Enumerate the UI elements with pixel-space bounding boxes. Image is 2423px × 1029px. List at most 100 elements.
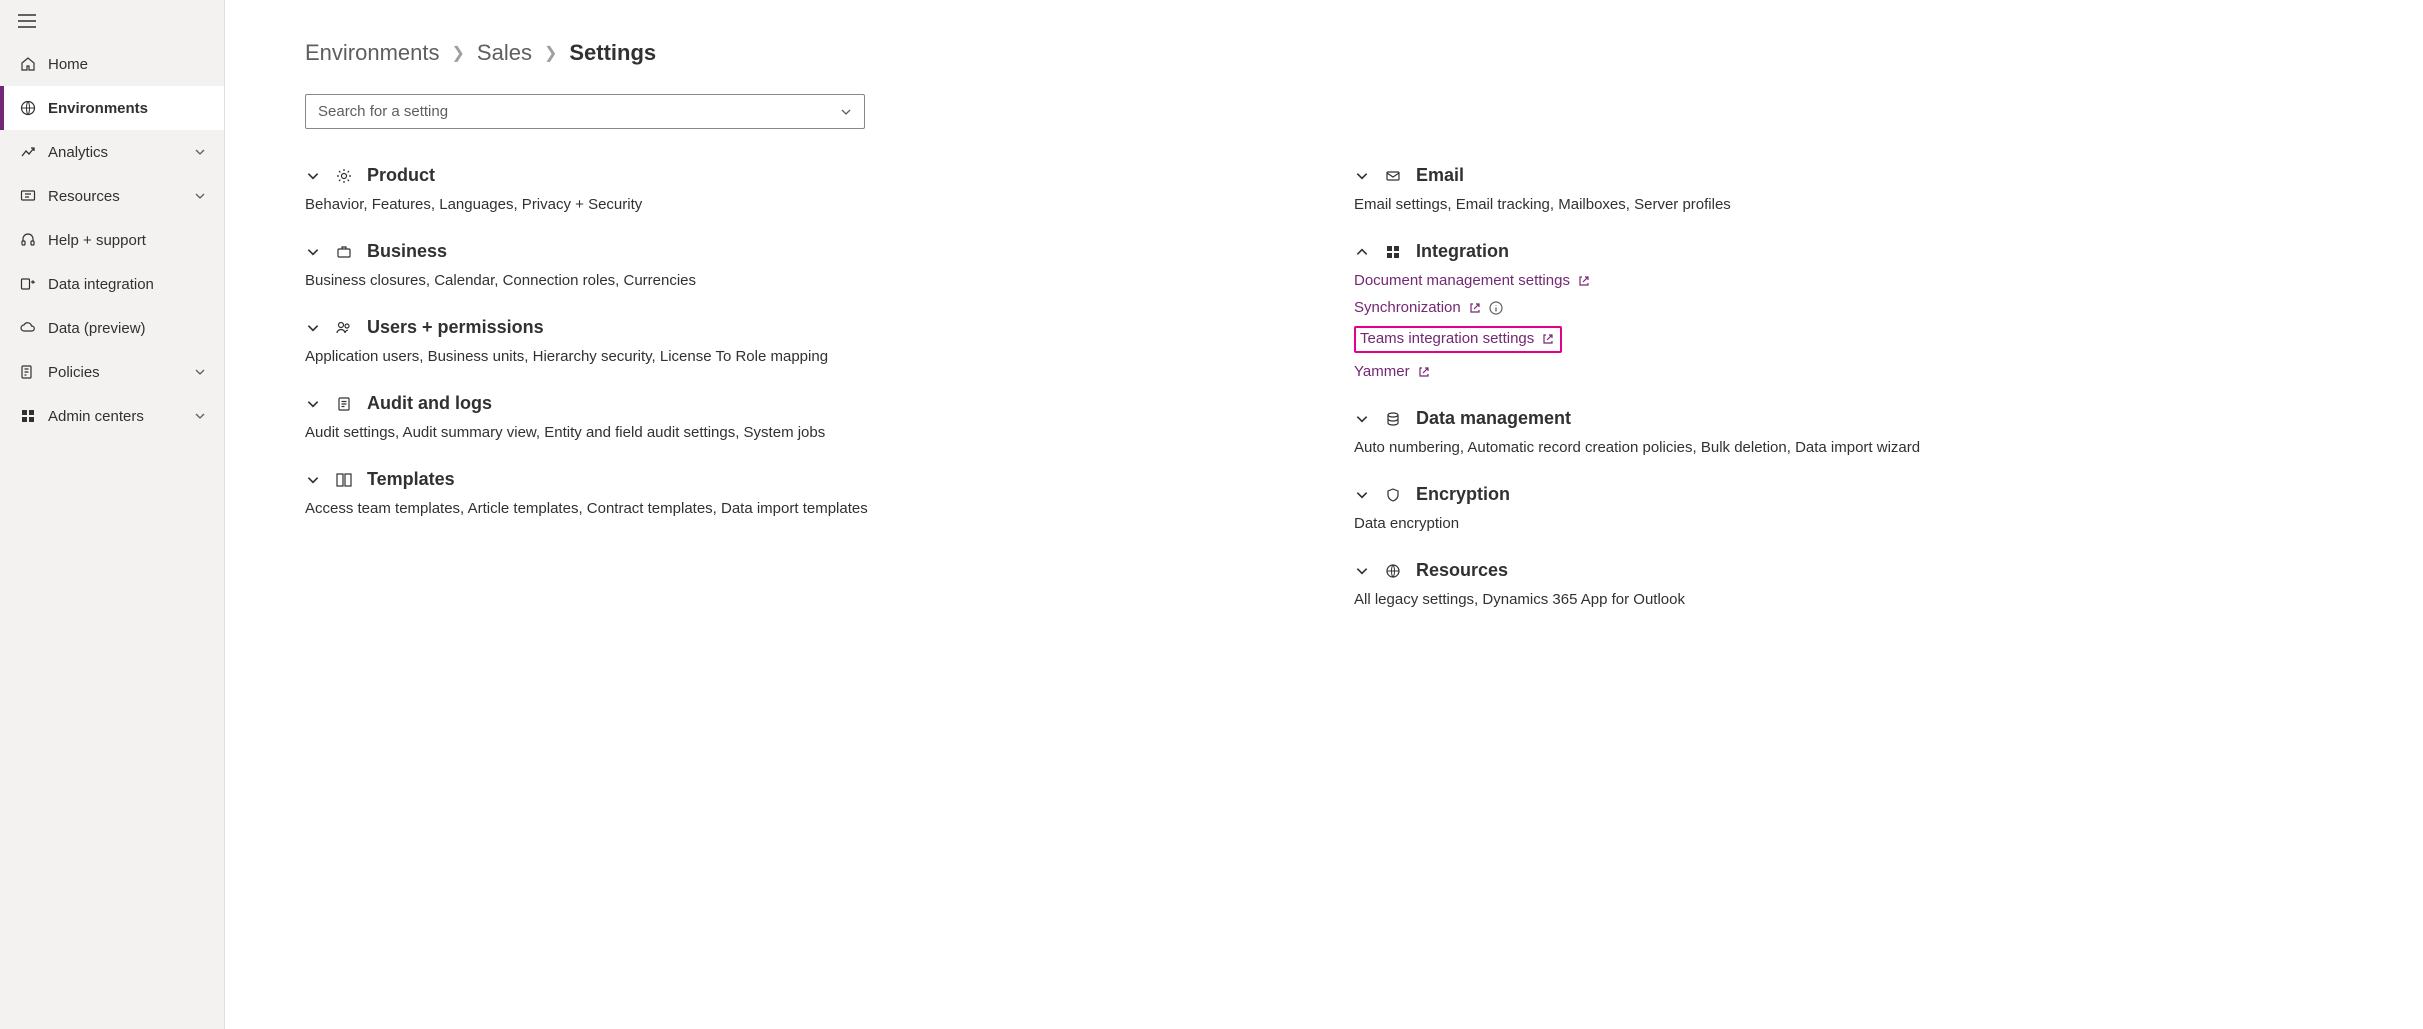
group-summary: All legacy settings, Dynamics 365 App fo… [1354, 591, 2343, 608]
group-data-management: Data management Auto numbering, Automati… [1354, 408, 2343, 456]
sidebar-item-resources[interactable]: Resources [0, 174, 224, 218]
sidebar-item-home[interactable]: Home [0, 42, 224, 86]
chevron-up-icon[interactable] [1354, 245, 1370, 259]
group-summary: Access team templates, Article templates… [305, 500, 1294, 517]
data-integration-icon [18, 274, 38, 294]
sidebar-item-policies[interactable]: Policies [0, 350, 224, 394]
sidebar-item-analytics[interactable]: Analytics [0, 130, 224, 174]
group-summary: Email settings, Email tracking, Mailboxe… [1354, 196, 2343, 213]
link-label: Synchronization [1354, 299, 1461, 316]
group-product: Product Behavior, Features, Languages, P… [305, 165, 1294, 213]
breadcrumb: Environments ❯ Sales ❯ Settings [305, 40, 2343, 66]
group-encryption: Encryption Data encryption [1354, 484, 2343, 532]
chevron-down-icon [194, 146, 206, 158]
external-link-icon [1469, 302, 1481, 314]
analytics-icon [18, 142, 38, 162]
chevron-down-icon[interactable] [305, 397, 321, 411]
search-box[interactable] [305, 94, 865, 129]
link-label: Document management settings [1354, 272, 1570, 289]
group-title[interactable]: Product [367, 165, 435, 186]
chevron-down-icon [194, 410, 206, 422]
group-title[interactable]: Integration [1416, 241, 1509, 262]
chevron-right-icon: ❯ [544, 43, 557, 63]
hamburger-menu[interactable] [0, 0, 224, 42]
sidebar-item-label: Home [48, 56, 88, 73]
sidebar-item-help-support[interactable]: Help + support [0, 218, 224, 262]
sidebar-item-data-integration[interactable]: Data integration [0, 262, 224, 306]
resources-icon [18, 186, 38, 206]
people-icon [335, 319, 353, 337]
group-title[interactable]: Business [367, 241, 447, 262]
chevron-down-icon[interactable] [1354, 488, 1370, 502]
group-business: Business Business closures, Calendar, Co… [305, 241, 1294, 289]
breadcrumb-current: Settings [569, 40, 656, 66]
chevron-down-icon[interactable] [305, 169, 321, 183]
external-link-icon [1418, 366, 1430, 378]
chevron-down-icon [194, 366, 206, 378]
group-summary: Behavior, Features, Languages, Privacy +… [305, 196, 1294, 213]
cloud-icon [18, 318, 38, 338]
chevron-right-icon: ❯ [452, 43, 465, 63]
shield-icon [1384, 486, 1402, 504]
group-templates: Templates Access team templates, Article… [305, 469, 1294, 517]
headset-icon [18, 230, 38, 250]
hamburger-icon [18, 14, 36, 28]
info-icon[interactable] [1489, 301, 1503, 315]
group-users-permissions: Users + permissions Application users, B… [305, 317, 1294, 365]
sidebar: Home Environments Analytics Resources He… [0, 0, 225, 1029]
chevron-down-icon [840, 106, 852, 118]
sidebar-item-label: Data integration [48, 276, 154, 293]
group-title[interactable]: Users + permissions [367, 317, 544, 338]
group-title[interactable]: Email [1416, 165, 1464, 186]
link-teams-integration-settings[interactable]: Teams integration settings [1360, 330, 1554, 347]
link-document-management-settings[interactable]: Document management settings [1354, 272, 2343, 289]
templates-icon [335, 471, 353, 489]
group-summary: Application users, Business units, Hiera… [305, 348, 1294, 365]
sidebar-item-label: Environments [48, 100, 148, 117]
search-input[interactable] [318, 103, 840, 120]
breadcrumb-mid[interactable]: Sales [477, 40, 532, 66]
group-summary: Business closures, Calendar, Connection … [305, 272, 1294, 289]
group-title[interactable]: Templates [367, 469, 455, 490]
windows-icon [1384, 243, 1402, 261]
chevron-down-icon[interactable] [1354, 412, 1370, 426]
link-label: Yammer [1354, 363, 1410, 380]
clipboard-icon [335, 395, 353, 413]
chevron-down-icon[interactable] [305, 245, 321, 259]
chevron-down-icon [194, 190, 206, 202]
briefcase-icon [335, 243, 353, 261]
link-yammer[interactable]: Yammer [1354, 363, 2343, 380]
chevron-down-icon[interactable] [1354, 564, 1370, 578]
chevron-down-icon[interactable] [1354, 169, 1370, 183]
sidebar-item-data-preview[interactable]: Data (preview) [0, 306, 224, 350]
gear-icon [335, 167, 353, 185]
chevron-down-icon[interactable] [305, 473, 321, 487]
external-link-icon [1542, 333, 1554, 345]
group-title[interactable]: Audit and logs [367, 393, 492, 414]
sidebar-item-label: Admin centers [48, 408, 144, 425]
group-title[interactable]: Data management [1416, 408, 1571, 429]
sidebar-item-label: Data (preview) [48, 320, 146, 337]
highlight-teams-integration: Teams integration settings [1354, 326, 1562, 353]
link-synchronization[interactable]: Synchronization [1354, 299, 2343, 316]
link-label: Teams integration settings [1360, 330, 1534, 347]
group-summary: Data encryption [1354, 515, 2343, 532]
sidebar-item-admin-centers[interactable]: Admin centers [0, 394, 224, 438]
chevron-down-icon[interactable] [305, 321, 321, 335]
external-link-icon [1578, 275, 1590, 287]
group-summary: Auto numbering, Automatic record creatio… [1354, 439, 2343, 456]
policies-icon [18, 362, 38, 382]
database-icon [1384, 410, 1402, 428]
group-audit-logs: Audit and logs Audit settings, Audit sum… [305, 393, 1294, 441]
group-title[interactable]: Encryption [1416, 484, 1510, 505]
mail-icon [1384, 167, 1402, 185]
sidebar-item-environments[interactable]: Environments [0, 86, 224, 130]
breadcrumb-root[interactable]: Environments [305, 40, 440, 66]
settings-column-right: Email Email settings, Email tracking, Ma… [1354, 165, 2343, 636]
main-content: Environments ❯ Sales ❯ Settings Product … [225, 0, 2423, 1029]
group-resources: Resources All legacy settings, Dynamics … [1354, 560, 2343, 608]
sidebar-item-label: Resources [48, 188, 120, 205]
home-icon [18, 54, 38, 74]
group-summary: Audit settings, Audit summary view, Enti… [305, 424, 1294, 441]
group-title[interactable]: Resources [1416, 560, 1508, 581]
